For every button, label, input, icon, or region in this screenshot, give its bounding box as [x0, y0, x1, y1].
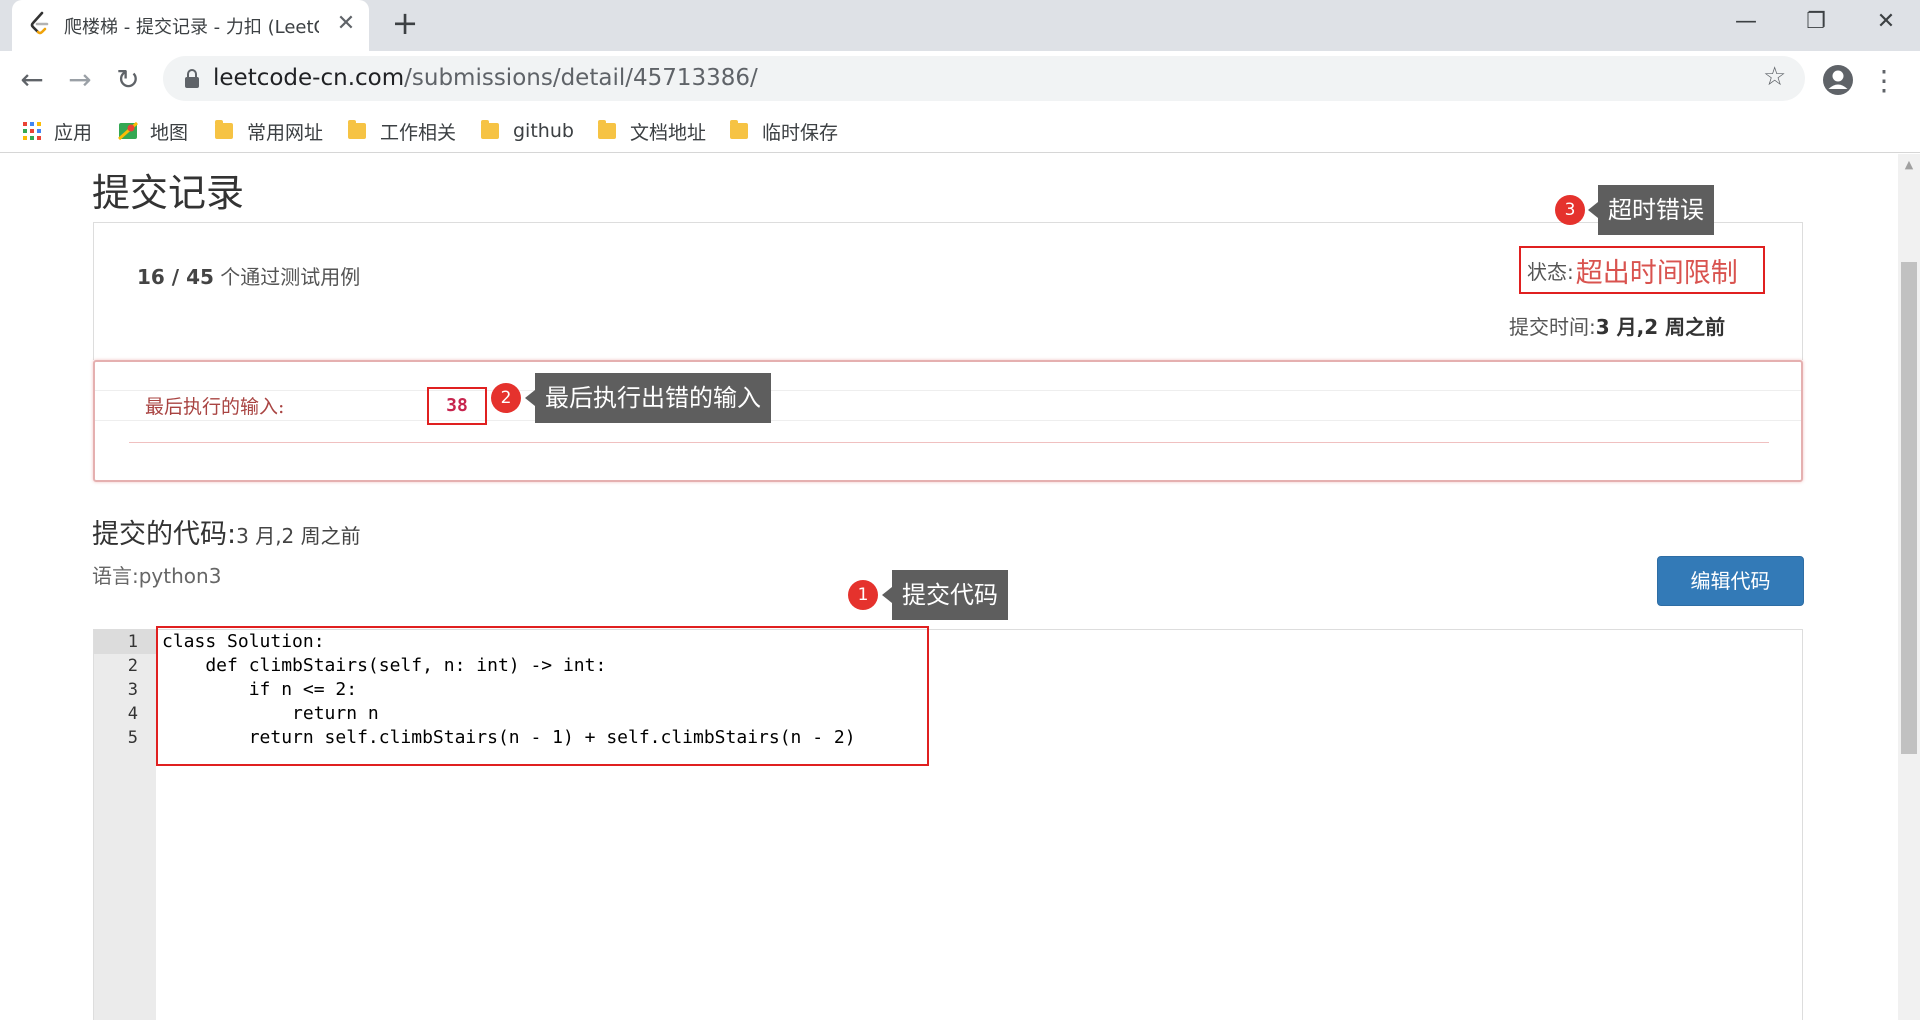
- divider: [95, 390, 1801, 391]
- url-path: /submissions/detail/45713386/: [404, 65, 758, 91]
- annotation-callout-submitted-code: 提交代码: [882, 570, 1008, 620]
- page-content: 提交记录 16 / 45 个通过测试用例 状态: 超出时间限制 提交时间:3 月…: [0, 154, 1920, 1020]
- url-host: leetcode-cn.com: [213, 65, 405, 91]
- divider: [129, 442, 1769, 443]
- folder-icon: [730, 120, 748, 139]
- folder-icon: [481, 120, 499, 139]
- status-label: 状态:: [1527, 259, 1574, 284]
- tab-strip: 爬楼梯 - 提交记录 - 力扣 (LeetCode) ✕ + — ❐ ✕: [0, 0, 1920, 51]
- line-gutter: 1 2 3 4 5: [94, 630, 156, 1020]
- code-highlight-box: [156, 626, 929, 766]
- active-tab[interactable]: 爬楼梯 - 提交记录 - 力扣 (LeetCode) ✕: [12, 0, 369, 51]
- tab-title: 爬楼梯 - 提交记录 - 力扣 (LeetCode): [64, 17, 319, 38]
- restore-button[interactable]: ❐: [1786, 4, 1846, 40]
- url-text[interactable]: leetcode-cn.com/submissions/detail/45713…: [213, 65, 758, 91]
- line-number: 5: [127, 728, 138, 748]
- maps-icon: [118, 121, 138, 141]
- lock-icon: [185, 69, 199, 88]
- annotation-callout-timeout: 超时错误: [1588, 185, 1714, 235]
- bookmark-label: 临时保存: [762, 121, 839, 144]
- submit-time: 提交时间:3 月,2 周之前: [1509, 311, 1725, 340]
- apps-grid-icon: [23, 122, 41, 140]
- line-number: 3: [127, 680, 138, 700]
- pass-count-number: 16 / 45: [137, 265, 214, 289]
- browser-toolbar: ← → ↻ leetcode-cn.com/submissions/detail…: [0, 51, 1920, 108]
- language-label: 语言:python3: [92, 564, 222, 588]
- bookmarks-bar: 应用 地图 常用网址 工作相关 github 文档地址 临时保存: [0, 108, 1920, 153]
- annotation-badge-1: 1: [848, 580, 878, 610]
- pass-count-text: 个通过测试用例: [213, 265, 361, 289]
- close-window-button[interactable]: ✕: [1856, 4, 1916, 40]
- bookmark-label: 应用: [54, 121, 93, 144]
- page-scrollbar[interactable]: ▲: [1898, 154, 1920, 1020]
- bookmark-folder-github[interactable]: github: [481, 117, 574, 145]
- submit-time-value: 3 月,2 周之前: [1595, 315, 1726, 339]
- forward-button[interactable]: →: [60, 60, 100, 100]
- line-number: 4: [127, 704, 138, 724]
- bookmark-star-icon[interactable]: ☆: [1763, 62, 1786, 92]
- folder-icon: [215, 120, 233, 139]
- bookmark-folder-docs[interactable]: 文档地址: [598, 117, 706, 145]
- edit-code-button[interactable]: 编辑代码: [1657, 556, 1804, 606]
- code-heading-time: 3 月,2 周之前: [236, 524, 361, 548]
- last-input-value: 38: [427, 387, 487, 425]
- profile-avatar-icon[interactable]: [1822, 64, 1854, 96]
- line-number: 2: [127, 656, 138, 676]
- status-box: 状态: 超出时间限制: [1519, 246, 1765, 294]
- leetcode-logo-icon: [30, 11, 49, 35]
- back-button[interactable]: ←: [12, 60, 52, 100]
- code-heading-label: 提交的代码:: [92, 519, 237, 550]
- browser-menu-icon[interactable]: ⋮: [1870, 61, 1898, 101]
- last-input-panel: 最后执行的输入: 38: [93, 360, 1803, 482]
- submit-time-label: 提交时间:: [1509, 315, 1596, 339]
- bookmark-label: 工作相关: [380, 121, 457, 144]
- code-editor[interactable]: 1 2 3 4 5 class Solution: def climbStair…: [93, 626, 1803, 1020]
- bookmark-folder-work[interactable]: 工作相关: [348, 117, 456, 145]
- submission-result-panel: 16 / 45 个通过测试用例 状态: 超出时间限制 提交时间:3 月,2 周之…: [93, 222, 1803, 360]
- divider: [95, 420, 1801, 421]
- code-heading: 提交的代码:3 月,2 周之前: [92, 512, 361, 551]
- address-bar[interactable]: leetcode-cn.com/submissions/detail/45713…: [163, 56, 1805, 101]
- annotation-badge-2: 2: [491, 383, 521, 413]
- line-number: 1: [94, 630, 156, 654]
- bookmark-folder-common[interactable]: 常用网址: [215, 117, 323, 145]
- annotation-callout-last-input: 最后执行出错的输入: [525, 373, 771, 423]
- bookmark-apps[interactable]: 应用: [22, 117, 92, 145]
- folder-icon: [348, 120, 366, 139]
- bookmark-label: github: [513, 120, 574, 142]
- bookmark-maps[interactable]: 地图: [118, 117, 188, 145]
- page-title: 提交记录: [92, 171, 245, 215]
- new-tab-button[interactable]: +: [389, 7, 421, 40]
- bookmark-label: 常用网址: [247, 121, 324, 144]
- bookmark-folder-temp[interactable]: 临时保存: [730, 117, 838, 145]
- scroll-thumb[interactable]: [1901, 262, 1917, 754]
- bookmark-label: 文档地址: [630, 121, 707, 144]
- scroll-up-arrow-icon[interactable]: ▲: [1898, 154, 1920, 176]
- reload-button[interactable]: ↻: [108, 60, 148, 100]
- minimize-button[interactable]: —: [1716, 4, 1776, 40]
- folder-icon: [598, 120, 616, 139]
- annotation-badge-3: 3: [1555, 195, 1585, 225]
- status-value: 超出时间限制: [1575, 257, 1738, 289]
- pass-count: 16 / 45 个通过测试用例: [137, 261, 360, 290]
- bookmark-label: 地图: [150, 121, 189, 144]
- tab-close-icon[interactable]: ✕: [332, 10, 360, 38]
- last-input-label: 最后执行的输入:: [145, 396, 285, 418]
